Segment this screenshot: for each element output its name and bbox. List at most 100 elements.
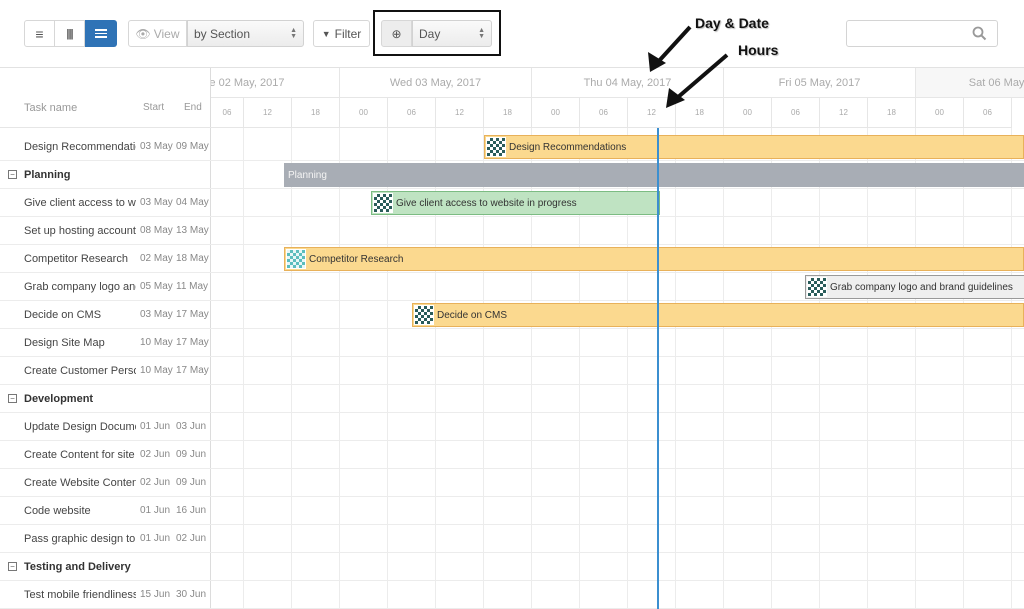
annotation-day-date: Day & Date [695,15,769,31]
grid-row-line [211,440,1024,441]
view-label: View [153,26,180,41]
collapse-icon[interactable]: − [8,562,17,571]
avatar-icon [414,305,434,325]
hour-header: 00 [916,98,964,128]
task-bar-label: Decide on CMS [437,309,508,321]
board-view-button[interactable]: ||| [55,20,85,47]
day-header: Fri 05 May, 2017 [724,68,916,98]
task-bar[interactable]: Give client access to website in progres… [371,191,660,215]
task-end-date: 13 May [176,225,209,236]
task-end-date: 17 May [176,365,209,376]
list-icon: ≡ [35,25,44,42]
task-row[interactable]: Set up hosting account 08 May 13 May [0,217,211,245]
task-end-date: 09 May [176,141,209,152]
grid-row-line [211,300,1024,301]
task-name: Give client access to website in progres… [24,197,136,209]
collapse-icon[interactable]: − [8,394,17,403]
hour-header: 12 [628,98,676,128]
task-name: Development [24,393,94,405]
task-row[interactable]: Grab company logo and brand guidelines 05… [0,273,211,301]
task-name: Create Website Content [24,477,136,489]
avatar-icon [807,277,827,297]
grid-row-line [211,160,1024,161]
filter-button[interactable]: ▼ Filter [313,20,370,47]
grid-column-line [339,128,340,609]
task-end-date: 11 May [176,281,209,292]
task-list-header: Task name Start End [0,68,211,128]
task-row[interactable]: Create Website Content 02 Jun 09 Jun [0,469,211,497]
task-end-date: 16 Jun [176,505,207,516]
view-button[interactable]: 👁 View [128,20,187,47]
grid-column-line [291,128,292,609]
search-icon[interactable] [972,26,987,46]
gantt-view-button[interactable] [85,20,117,47]
task-list-panel: Task name Start End Design Recommendatio… [0,68,211,609]
hour-header: 12 [820,98,868,128]
section-row[interactable]: − Development [0,385,211,413]
task-bar-label: Give client access to website in progres… [396,197,577,209]
grid-column-line [1011,128,1012,609]
task-start-date: 03 May [140,197,173,208]
task-bar[interactable]: Design Recommendations [484,135,1024,159]
filter-group: ▼ Filter [313,20,370,47]
section-row[interactable]: − Testing and Delivery [0,553,211,581]
task-bar[interactable]: Decide on CMS [412,303,1024,327]
task-bar-label: Competitor Research [309,253,404,265]
task-bar-label: Grab company logo and brand guidelines [830,281,1013,293]
task-row[interactable]: Update Design Document 01 Jun 03 Jun [0,413,211,441]
annotation-highlight-box [373,10,501,56]
hour-header: 06 [772,98,820,128]
grid-column-line [723,128,724,609]
task-bar[interactable]: Competitor Research [284,247,1024,271]
hour-header: 18 [868,98,916,128]
view-select[interactable]: by Section ▲ ▼ [187,20,304,47]
list-view-button[interactable]: ≡ [24,20,55,47]
view-group: 👁 View by Section ▲ ▼ [128,20,304,47]
avatar-icon [373,193,393,213]
task-bar[interactable]: Grab company logo and brand guidelines [805,275,1024,299]
columns-icon: ||| [66,27,73,40]
task-bar[interactable]: Planning [284,163,1024,187]
grid-row-line [211,188,1024,189]
grid-row-line [211,524,1024,525]
collapse-icon[interactable]: − [8,170,17,179]
grid-row-line [211,468,1024,469]
task-row[interactable]: Competitor Research 02 May 18 May [0,245,211,273]
day-header: Thu 04 May, 2017 [532,68,724,98]
search-input[interactable] [846,20,998,47]
select-arrows-icon: ▲ ▼ [290,27,297,40]
header-start[interactable]: Start [143,102,164,113]
toolbar: ≡ ||| 👁 View by Section ▲ ▼ ▼ Filter ⊕ Da… [0,0,1024,68]
task-start-date: 01 Jun [140,505,171,516]
grid-row-line [211,552,1024,553]
task-row[interactable]: Give client access to website in progres… [0,189,211,217]
avatar-icon [486,137,506,157]
view-select-value: by Section [194,26,251,41]
avatar-teal-icon [286,249,306,269]
task-start-date: 01 Jun [140,421,171,432]
task-row[interactable]: Design Recommendations 03 May09 May [0,133,211,161]
task-row[interactable]: Pass graphic design to client 01 Jun 02 Ju… [0,525,211,553]
section-row[interactable]: − Planning [0,161,211,189]
task-end-date: 17 May [176,309,209,320]
header-end[interactable]: End [184,102,202,113]
task-start-date: 02 Jun [140,477,171,488]
grid-row-line [211,496,1024,497]
hour-header: 00 [532,98,580,128]
grid-column-line [819,128,820,609]
task-row[interactable]: Create Customer Personas 10 May17 May [0,357,211,385]
view-mode-group: ≡ ||| [24,20,117,47]
task-row[interactable]: Create Content for site 02 Jun 09 Jun [0,441,211,469]
grid-row-line [211,272,1024,273]
grid-column-line [675,128,676,609]
task-row[interactable]: Decide on CMS 03 May 17 May [0,301,211,329]
task-row[interactable]: Test mobile friendliness 15 Jun 30 Jun [0,581,211,609]
task-row[interactable]: Code website 01 Jun 16 Jun [0,497,211,525]
grid-row-line [211,412,1024,413]
header-task-name[interactable]: Task name [24,102,77,114]
task-end-date: 09 Jun [176,477,207,488]
task-row[interactable]: Design Site Map 10 May 17 May [0,329,211,357]
hour-header: 06 [964,98,1012,128]
task-end-date: 02 Jun [176,533,207,544]
task-name: Create Customer Personas [24,365,136,377]
